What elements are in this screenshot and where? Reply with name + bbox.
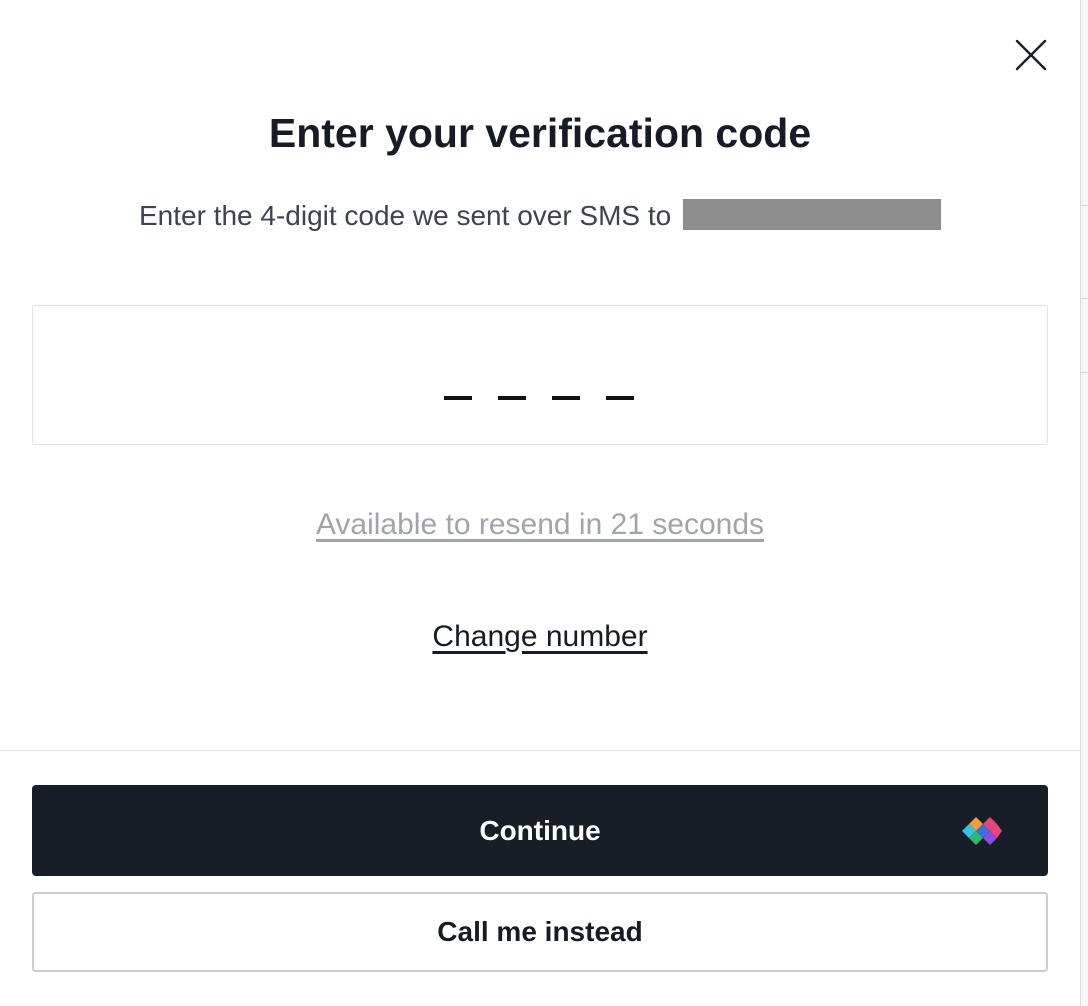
- subtitle-text: Enter the 4-digit code we sent over SMS …: [138, 200, 672, 231]
- code-digit-slot: [552, 396, 580, 400]
- verification-code-input[interactable]: [32, 305, 1048, 445]
- modal-title: Enter your verification code: [268, 110, 812, 156]
- code-digit-slot: [606, 396, 634, 400]
- continue-button-label: Continue: [479, 814, 601, 846]
- page: Enter your verification code Enter the 4…: [0, 0, 1088, 1006]
- diamond-logo-icon: [962, 817, 1002, 845]
- background-divider: [1081, 205, 1088, 206]
- footer-divider: [0, 750, 1080, 751]
- call-me-instead-label: Call me instead: [437, 916, 643, 947]
- resend-countdown-link: Available to resend in 21 seconds: [315, 508, 765, 541]
- code-digit-slot: [498, 396, 526, 400]
- code-digit-slots: [444, 396, 634, 400]
- background-page-edge: [1080, 0, 1088, 1006]
- call-me-instead-button[interactable]: Call me instead: [32, 892, 1048, 972]
- background-divider: [1081, 298, 1088, 299]
- change-number-link[interactable]: Change number: [432, 620, 647, 653]
- background-divider: [1081, 372, 1088, 373]
- change-number-row: Change number: [0, 618, 1080, 656]
- redacted-phone-number: [683, 199, 942, 230]
- code-digit-slot: [444, 396, 472, 400]
- verification-modal: Enter your verification code Enter the 4…: [0, 0, 1080, 1006]
- modal-subtitle: Enter the 4-digit code we sent over SMS …: [0, 198, 1080, 234]
- close-button[interactable]: [1012, 36, 1050, 74]
- continue-button[interactable]: Continue: [32, 785, 1048, 876]
- close-icon: [1015, 39, 1047, 71]
